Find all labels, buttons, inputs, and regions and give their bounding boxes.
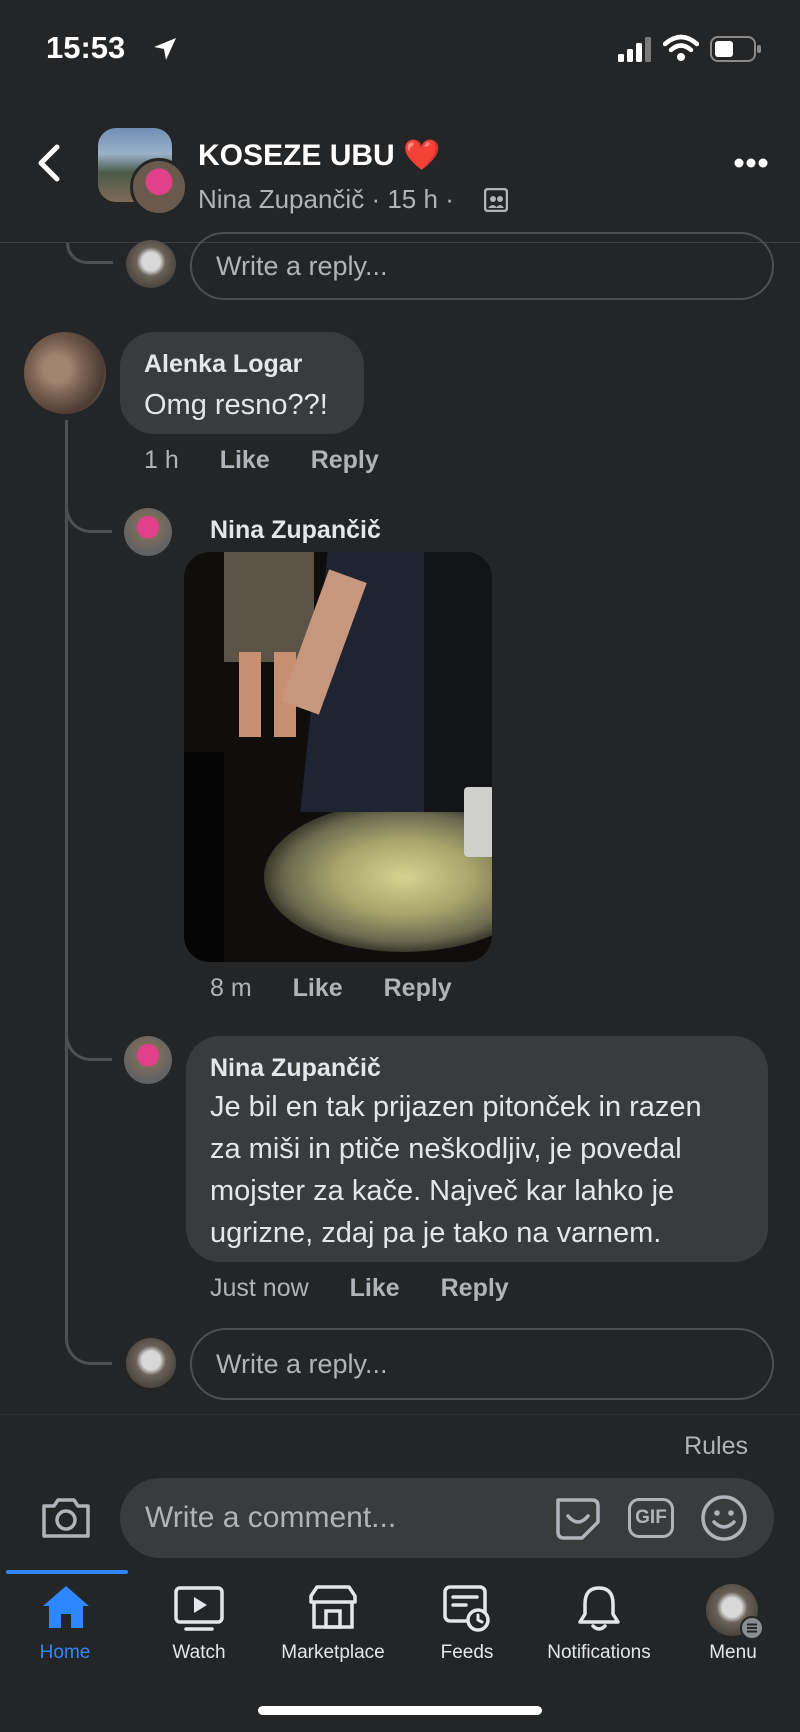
comment-time: 1 h bbox=[144, 446, 179, 474]
reply-photo[interactable] bbox=[184, 552, 492, 962]
rules-link[interactable]: Rules bbox=[684, 1432, 748, 1461]
bell-icon bbox=[578, 1586, 620, 1631]
feeds-icon bbox=[443, 1585, 490, 1632]
like-button[interactable]: Like bbox=[220, 446, 270, 474]
tab-watch[interactable]: Watch bbox=[134, 1584, 264, 1664]
marketplace-icon bbox=[309, 1585, 357, 1629]
tab-marketplace[interactable]: Marketplace bbox=[268, 1584, 398, 1664]
thread-line bbox=[65, 420, 68, 1340]
more-options-icon[interactable] bbox=[734, 158, 768, 168]
tab-menu[interactable]: Menu bbox=[668, 1584, 798, 1664]
reply-time: Just now bbox=[210, 1274, 309, 1302]
tab-feeds[interactable]: Feeds bbox=[402, 1584, 532, 1664]
watch-icon bbox=[174, 1586, 224, 1631]
comment-author[interactable]: Alenka Logar bbox=[144, 350, 302, 379]
commenter-avatar[interactable] bbox=[24, 332, 106, 414]
reply-author[interactable]: Nina Zupančič bbox=[210, 516, 381, 545]
location-arrow-icon bbox=[154, 38, 176, 60]
gif-button[interactable]: GIF bbox=[628, 1498, 674, 1538]
replier-avatar[interactable] bbox=[124, 1036, 172, 1084]
reply-actions: Just now Like Reply bbox=[210, 1274, 543, 1303]
thread-connector bbox=[65, 1014, 112, 1061]
post-time: 15 h bbox=[387, 184, 438, 214]
camera-icon[interactable] bbox=[40, 1496, 92, 1540]
tab-notifications[interactable]: Notifications bbox=[534, 1584, 664, 1664]
home-icon bbox=[43, 1586, 89, 1628]
status-time: 15:53 bbox=[46, 30, 126, 65]
signal-icon bbox=[618, 37, 651, 62]
reply-button[interactable]: Reply bbox=[311, 446, 379, 474]
reply-input[interactable]: Write a reply... bbox=[190, 1328, 774, 1400]
post-meta: Nina Zupančič · 15 h · bbox=[198, 184, 454, 214]
reply-text: Je bil en tak prijazen pitonček in razen… bbox=[210, 1091, 702, 1249]
back-chevron-icon[interactable] bbox=[36, 144, 62, 182]
thread-connector bbox=[65, 486, 112, 533]
author-avatar[interactable] bbox=[130, 158, 188, 216]
group-audience-icon bbox=[484, 188, 508, 212]
sticker-icon[interactable] bbox=[552, 1494, 604, 1542]
user-avatar bbox=[126, 1338, 176, 1388]
reply-button[interactable]: Reply bbox=[441, 1274, 509, 1302]
emoji-icon[interactable] bbox=[700, 1494, 748, 1542]
thread-connector bbox=[65, 1318, 112, 1365]
like-button[interactable]: Like bbox=[350, 1274, 400, 1302]
heart-emoji: ❤️ bbox=[403, 139, 441, 172]
reply-input[interactable]: Write a reply... bbox=[190, 232, 774, 300]
replier-avatar[interactable] bbox=[124, 508, 172, 556]
active-tab-indicator bbox=[6, 1570, 128, 1574]
wifi-icon bbox=[663, 34, 699, 61]
group-name[interactable]: KOSEZE UBU bbox=[198, 139, 395, 172]
comment-placeholder: Write a comment... bbox=[145, 1501, 397, 1534]
group-title[interactable]: KOSEZE UBU ❤️ bbox=[198, 138, 440, 173]
home-indicator bbox=[258, 1706, 542, 1715]
thread-connector bbox=[66, 243, 113, 264]
comment-actions: 1 h Like Reply bbox=[144, 446, 413, 475]
reply-button[interactable]: Reply bbox=[384, 974, 452, 1002]
battery-icon bbox=[710, 36, 761, 62]
reply-author[interactable]: Nina Zupančič bbox=[210, 1054, 381, 1083]
reply-actions: 8 m Like Reply bbox=[210, 974, 486, 1003]
reply-time: 8 m bbox=[210, 974, 252, 1002]
like-button[interactable]: Like bbox=[293, 974, 343, 1002]
post-author[interactable]: Nina Zupančič bbox=[198, 184, 364, 214]
comment-text: Omg resno??! bbox=[144, 389, 328, 421]
tab-home[interactable]: Home bbox=[0, 1584, 130, 1664]
menu-icon bbox=[740, 1616, 764, 1640]
user-avatar bbox=[126, 240, 176, 288]
